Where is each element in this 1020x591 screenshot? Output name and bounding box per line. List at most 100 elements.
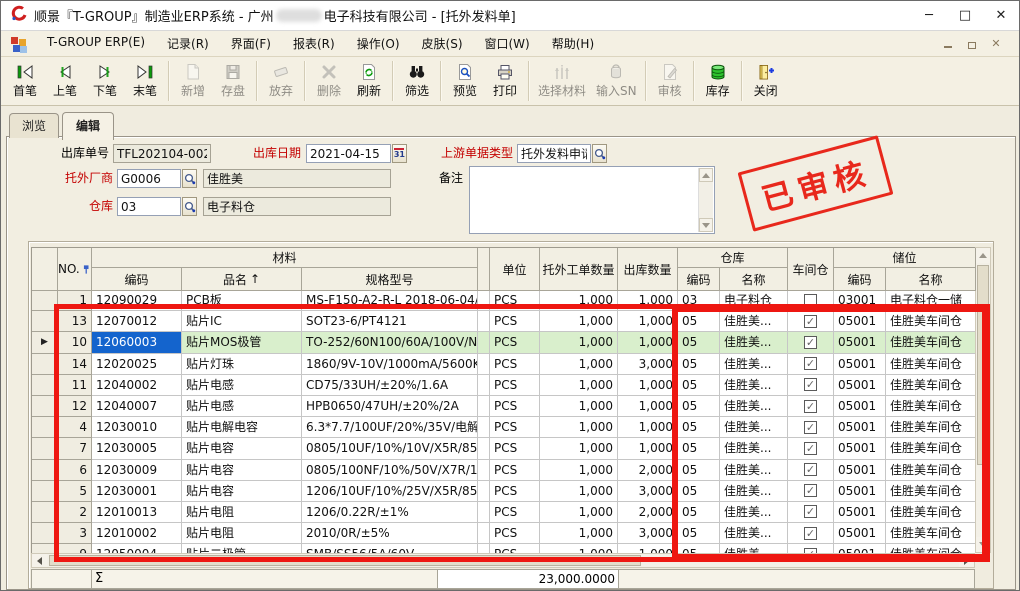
workshop-cell[interactable]: ✓ <box>788 311 834 332</box>
unit-cell[interactable]: PCS <box>490 438 540 459</box>
no-cell[interactable]: 4 <box>58 417 92 438</box>
no-column-header[interactable]: NO. <box>58 248 92 291</box>
out-qty-cell[interactable]: 2,000 <box>618 502 678 523</box>
workshop-cell[interactable]: ✓ <box>788 332 834 353</box>
location-code-cell[interactable]: 05001 <box>834 417 886 438</box>
out-qty-cell[interactable]: 1,000 <box>618 544 678 553</box>
warehouse-name-cell[interactable]: 佳胜美... <box>720 417 788 438</box>
workshop-cell[interactable]: ✓ <box>788 481 834 502</box>
name-cell[interactable]: 贴片二极管 <box>182 544 302 553</box>
warehouse-code-cell[interactable]: 05 <box>678 544 720 553</box>
location-name-cell[interactable]: 佳胜美车间仓 <box>886 544 975 553</box>
order-qty-cell[interactable]: 1,000 <box>540 481 618 502</box>
location-name-cell[interactable]: 电子料仓一储 <box>886 290 975 311</box>
location-name-cell[interactable]: 佳胜美车间仓 <box>886 311 975 332</box>
order-qty-cell[interactable]: 1,000 <box>540 332 618 353</box>
workshop-cell[interactable]: ✓ <box>788 438 834 459</box>
unit-column-header[interactable]: 单位 <box>490 248 540 291</box>
menu-item-3[interactable]: 报表(R) <box>282 32 346 55</box>
order-qty-cell[interactable]: 1,000 <box>540 502 618 523</box>
checkbox-checked-icon[interactable]: ✓ <box>804 400 817 413</box>
checkbox-checked-icon[interactable]: ✓ <box>804 336 817 349</box>
vertical-scroll-thumb[interactable] <box>977 265 989 465</box>
unit-cell[interactable]: PCS <box>490 375 540 396</box>
warehouse-code-cell[interactable]: 05 <box>678 502 720 523</box>
warehouse-code-cell[interactable]: 05 <box>678 481 720 502</box>
menu-item-2[interactable]: 界面(F) <box>220 32 282 55</box>
name-cell[interactable]: PCB板 <box>182 290 302 311</box>
maximize-button[interactable]: □ <box>947 1 983 30</box>
no-cell[interactable]: 1 <box>58 290 92 311</box>
menu-item-0[interactable]: T-GROUP ERP(E) <box>36 32 156 55</box>
workshop-column-header[interactable]: 车间仓 <box>788 248 834 291</box>
location-name-cell[interactable]: 佳胜美车间仓 <box>886 396 975 417</box>
workshop-cell[interactable]: ✓ <box>788 544 834 553</box>
horizontal-scrollbar[interactable] <box>31 553 975 568</box>
preview-button[interactable]: 预览 <box>445 59 485 103</box>
order-qty-cell[interactable]: 1,000 <box>540 354 618 375</box>
inventory-button[interactable]: 库存 <box>698 59 738 103</box>
spec-column-header[interactable]: 规格型号 <box>302 268 478 291</box>
spec-cell[interactable]: HPB0650/47UH/±20%/2A <box>302 396 478 417</box>
scroll-up-icon[interactable] <box>976 248 990 263</box>
code-cell[interactable]: 12090029 <box>92 290 182 311</box>
close-button[interactable]: 关闭 <box>746 59 786 103</box>
checkbox-checked-icon[interactable]: ✓ <box>804 505 817 518</box>
out-qty-cell[interactable]: 1,000 <box>618 332 678 353</box>
out-qty-cell[interactable]: 1,000 <box>618 417 678 438</box>
code-cell[interactable]: 12060003 <box>92 332 182 353</box>
checkbox-checked-icon[interactable]: ✓ <box>804 442 817 455</box>
code-cell[interactable]: 12030005 <box>92 438 182 459</box>
warehouse-name-cell[interactable]: 佳胜美... <box>720 332 788 353</box>
order-qty-cell[interactable]: 1,000 <box>540 396 618 417</box>
spec-cell[interactable]: 1206/10UF/10%/25V/X5R/85℃ <box>302 481 478 502</box>
order-qty-cell[interactable]: 1,000 <box>540 544 618 553</box>
scroll-right-icon[interactable] <box>959 554 974 567</box>
spec-cell[interactable]: TO-252/60N100/60A/100V/N <box>302 332 478 353</box>
checkbox-checked-icon[interactable]: ✓ <box>804 378 817 391</box>
location-name-cell[interactable]: 佳胜美车间仓 <box>886 354 975 375</box>
warehouse-name-cell[interactable]: 佳胜美... <box>720 311 788 332</box>
new-button[interactable]: 新增 <box>173 59 213 103</box>
mdi-minimize-button[interactable] <box>941 37 955 50</box>
warehouse-code-cell[interactable]: 05 <box>678 523 720 544</box>
workshop-cell[interactable] <box>788 290 834 311</box>
vendor-code-input[interactable] <box>117 169 181 188</box>
row-indicator-cell[interactable] <box>32 460 58 481</box>
unit-cell[interactable]: PCS <box>490 417 540 438</box>
warehouse-code-column-header[interactable]: 编码 <box>678 268 720 291</box>
order-qty-column-header[interactable]: 托外工单数量 <box>540 248 618 291</box>
location-code-cell[interactable]: 05001 <box>834 438 886 459</box>
code-cell[interactable]: 12030009 <box>92 460 182 481</box>
row-indicator-cell[interactable] <box>32 396 58 417</box>
warehouse-name-cell[interactable]: 佳胜美... <box>720 396 788 417</box>
name-cell[interactable]: 贴片MOS极管 <box>182 332 302 353</box>
warehouse-name-cell[interactable]: 佳胜美... <box>720 375 788 396</box>
code-cell[interactable]: 12040007 <box>92 396 182 417</box>
location-code-cell[interactable]: 03001 <box>834 290 886 311</box>
table-row[interactable]: 1412020025贴片灯珠1860/9V-10V/1000mA/5600K-6… <box>32 354 975 375</box>
location-name-cell[interactable]: 佳胜美车间仓 <box>886 523 975 544</box>
out-qty-cell[interactable]: 1,000 <box>618 311 678 332</box>
name-cell[interactable]: 贴片电感 <box>182 375 302 396</box>
vertical-scrollbar[interactable] <box>975 247 991 553</box>
mdi-restore-button[interactable] <box>965 37 979 50</box>
table-row[interactable]: 712030005贴片电容0805/10UF/10%/10V/X5R/85℃PC… <box>32 438 975 459</box>
unit-cell[interactable]: PCS <box>490 544 540 553</box>
name-cell[interactable]: 贴片电感 <box>182 396 302 417</box>
save-button[interactable]: 存盘 <box>213 59 253 103</box>
order-qty-cell[interactable]: 1,000 <box>540 375 618 396</box>
menu-item-7[interactable]: 帮助(H) <box>541 32 605 55</box>
unit-cell[interactable]: PCS <box>490 481 540 502</box>
no-cell[interactable]: 10 <box>58 332 92 353</box>
code-cell[interactable]: 12040002 <box>92 375 182 396</box>
location-name-cell[interactable]: 佳胜美车间仓 <box>886 481 975 502</box>
location-name-cell[interactable]: 佳胜美车间仓 <box>886 460 975 481</box>
workshop-cell[interactable]: ✓ <box>788 460 834 481</box>
checkbox-checked-icon[interactable]: ✓ <box>804 463 817 476</box>
warehouse-code-input[interactable] <box>117 197 181 216</box>
out-qty-cell[interactable]: 1,000 <box>618 290 678 311</box>
no-cell[interactable]: 6 <box>58 460 92 481</box>
table-row[interactable]: 1212040007贴片电感HPB0650/47UH/±20%/2APCS1,0… <box>32 396 975 417</box>
spec-cell[interactable]: 0805/10UF/10%/10V/X5R/85℃ <box>302 438 478 459</box>
